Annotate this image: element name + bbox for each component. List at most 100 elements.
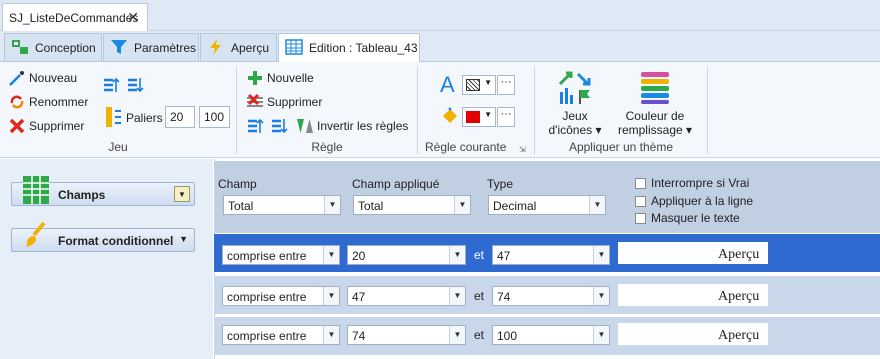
document-tab-bar: SJ_ListeDeCommandes ✕ — [0, 0, 880, 31]
chevron-down-icon: ▼ — [484, 78, 492, 87]
jeux-icones-button[interactable]: Jeux d'icônes ▾ — [545, 109, 605, 137]
champ-select[interactable]: Total ▼ — [223, 195, 341, 215]
lightning-icon — [210, 39, 221, 55]
renommer-button[interactable]: Renommer — [8, 92, 88, 112]
rule-preview[interactable]: Aperçu — [618, 242, 768, 264]
chevron-down-icon: ▼ — [449, 287, 465, 305]
rule-from-value: 47 — [352, 290, 366, 304]
rule-condition-value: comprise entre — [227, 290, 307, 304]
chevron-down-icon[interactable]: ▼ — [174, 186, 190, 202]
rule-from-select[interactable]: 20 ▼ — [347, 245, 466, 265]
type-select[interactable]: Decimal ▼ — [488, 195, 606, 215]
chevron-down-icon: ▼ — [589, 196, 605, 214]
paliers-min-input[interactable]: 20 — [165, 106, 195, 128]
rule-to-select[interactable]: 100 ▼ — [492, 325, 610, 345]
ribbon-separator — [707, 66, 708, 154]
nouvelle-regle-button[interactable]: Nouvelle — [246, 68, 314, 88]
rule-condition-select[interactable]: comprise entre ▼ — [222, 286, 340, 306]
rule-preview[interactable]: Aperçu — [618, 284, 768, 306]
tab-conception[interactable]: Conception — [4, 33, 102, 62]
paliers-max-input[interactable]: 100 — [199, 106, 230, 128]
regle-courante-group-label: Règle courante — [425, 140, 507, 154]
rule-to-value: 74 — [497, 290, 511, 304]
couleur-remplissage-button[interactable]: Couleur de remplissage ▾ — [612, 109, 698, 137]
rule-to-value: 47 — [497, 249, 511, 263]
interrompre-checkbox[interactable]: Interrompre si Vrai — [635, 176, 749, 190]
type-value: Decimal — [493, 199, 537, 213]
add-rule-icon — [248, 71, 262, 85]
nouveau-button[interactable]: Nouveau — [8, 68, 77, 88]
champs-label: Champs — [58, 188, 106, 202]
masquer-texte-checkbox[interactable]: Masquer le texte — [635, 211, 740, 225]
chevron-down-icon: ▼ — [449, 326, 465, 344]
format-conditionnel-section[interactable]: Format conditionnel ▼ — [11, 221, 195, 252]
sort-down-icon[interactable] — [126, 76, 144, 94]
supprimer-jeu-button[interactable]: Supprimer — [8, 116, 84, 136]
champ-applique-value: Total — [358, 199, 384, 213]
chevron-down-icon: ▼ — [484, 110, 492, 119]
table-icon — [285, 39, 303, 55]
document-tab[interactable]: SJ_ListeDeCommandes ✕ — [2, 3, 148, 31]
move-rule-down-icon[interactable] — [270, 117, 288, 135]
spreadsheet-icon — [23, 176, 49, 204]
rule-to-value: 100 — [497, 329, 518, 343]
fill-color-picker[interactable]: ▼ — [462, 107, 496, 127]
rule-to-select[interactable]: 74 ▼ — [492, 286, 610, 306]
font-more-button[interactable]: ··· — [497, 75, 515, 95]
tab-edition-label: Edition : Tableau_43 — [309, 41, 418, 55]
nouveau-label: Nouveau — [29, 71, 78, 85]
tab-parametres[interactable]: Paramètres — [103, 33, 199, 62]
delete-x-icon — [9, 118, 25, 134]
chevron-down-icon: ▼ — [449, 246, 465, 264]
champs-section[interactable]: Champs ▼ — [11, 176, 195, 206]
rename-icon — [10, 95, 24, 109]
renommer-label: Renommer — [29, 95, 89, 109]
sub-tab-bar: Conception Paramètres Aperçu Edition : T… — [0, 31, 880, 63]
chevron-down-icon[interactable]: ▼ — [179, 234, 188, 244]
fill-more-button[interactable]: ··· — [497, 107, 515, 127]
rule-from-select[interactable]: 74 ▼ — [347, 325, 466, 345]
rule-condition-select[interactable]: comprise entre ▼ — [222, 325, 340, 345]
rule-from-value: 20 — [352, 249, 366, 263]
tab-apercu-label: Aperçu — [231, 41, 270, 55]
masquer-texte-label: Masquer le texte — [651, 211, 740, 225]
supprimer-regle-label: Supprimer — [267, 95, 323, 109]
sort-up-icon[interactable] — [102, 76, 120, 94]
rule-from-select[interactable]: 47 ▼ — [347, 286, 466, 306]
move-rule-up-icon[interactable] — [246, 117, 264, 135]
checkbox-box — [635, 212, 646, 224]
rule-to-select[interactable]: 47 ▼ — [492, 245, 610, 265]
et-label: et — [474, 248, 485, 262]
chevron-down-icon: ▼ — [323, 287, 339, 305]
tab-parametres-label: Paramètres — [134, 41, 197, 55]
jeux-icones-label: Jeux d'icônes — [548, 109, 593, 137]
icon-sets-icon — [558, 71, 591, 104]
invertir-regles-button[interactable]: Invertir les règles — [296, 116, 408, 136]
chevron-down-icon: ▼ — [454, 196, 470, 214]
supprimer-jeu-label: Supprimer — [29, 119, 85, 133]
appliquer-ligne-checkbox[interactable]: Appliquer à la ligne — [635, 194, 753, 208]
chevron-down-icon: ▼ — [593, 287, 609, 305]
fill-color-swatch — [466, 111, 480, 123]
regle-group-label: Règle — [311, 140, 343, 154]
rule-condition-select[interactable]: comprise entre ▼ — [222, 245, 340, 265]
tab-conception-label: Conception — [35, 41, 96, 55]
champ-value: Total — [228, 199, 254, 213]
chevron-down-icon: ▼ — [323, 246, 339, 264]
pattern-swatch — [466, 79, 480, 91]
theme-group-label: Appliquer un thème — [568, 140, 674, 154]
font-color-picker[interactable]: ▼ — [462, 75, 496, 95]
close-icon[interactable]: ✕ — [127, 9, 139, 26]
supprimer-regle-button[interactable]: Supprimer — [246, 92, 322, 112]
rule-preview[interactable]: Aperçu — [618, 323, 768, 345]
dialog-launcher-icon[interactable]: ⇲ — [519, 145, 526, 154]
font-color-icon[interactable]: A — [440, 72, 455, 98]
brush-icon — [26, 221, 46, 247]
fill-colors-icon — [641, 72, 669, 104]
champ-applique-select[interactable]: Total ▼ — [353, 195, 471, 215]
tab-apercu[interactable]: Aperçu — [200, 33, 277, 62]
new-wand-icon — [9, 71, 24, 86]
fill-bucket-icon[interactable] — [440, 106, 460, 126]
tab-edition[interactable]: Edition : Tableau_43 — [278, 33, 420, 63]
chevron-down-icon: ▼ — [323, 326, 339, 344]
